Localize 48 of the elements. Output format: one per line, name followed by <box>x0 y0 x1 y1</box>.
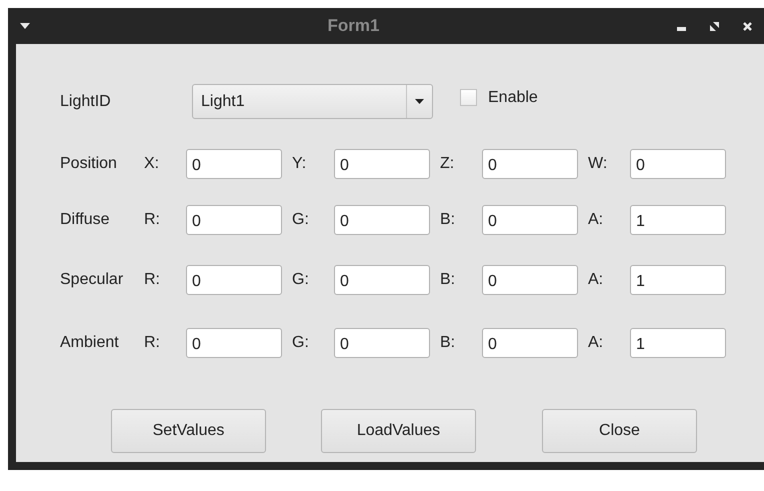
field-label: W: <box>588 154 608 174</box>
input-field[interactable]: 0 <box>186 205 282 235</box>
input-field[interactable]: 0 <box>334 205 430 235</box>
field-label: A: <box>588 333 604 353</box>
input-field[interactable]: 0 <box>334 265 430 295</box>
light-id-dropdown[interactable]: Light1 <box>192 84 433 119</box>
window-title: Form1 <box>328 15 380 38</box>
dropdown-arrow-icon <box>415 99 424 104</box>
field-label: B: <box>440 270 456 290</box>
field-label: G: <box>292 210 310 230</box>
input-field[interactable]: 0 <box>334 328 430 358</box>
field-label: Z: <box>440 154 456 174</box>
field-label: G: <box>292 270 310 290</box>
action-button[interactable]: SetValues <box>111 409 266 453</box>
input-field[interactable]: 0 <box>482 328 578 358</box>
input-field[interactable]: 0 <box>186 265 282 295</box>
input-field[interactable]: 1 <box>630 328 726 358</box>
field-label: B: <box>440 333 456 353</box>
field-label: R: <box>144 210 161 230</box>
enable-checkbox[interactable] <box>460 89 477 106</box>
field-label: G: <box>292 333 310 353</box>
field-label: R: <box>144 270 161 290</box>
field-label: B: <box>440 210 456 230</box>
input-field[interactable]: 1 <box>630 205 726 235</box>
row-label: Position <box>60 154 118 174</box>
input-field[interactable]: 0 <box>482 149 578 179</box>
enable-label: Enable <box>488 88 538 108</box>
field-label: R: <box>144 333 161 353</box>
input-field[interactable]: 0 <box>334 149 430 179</box>
light-id-label: LightID <box>60 92 112 112</box>
field-label: A: <box>588 210 604 230</box>
input-field[interactable]: 0 <box>482 265 578 295</box>
input-field[interactable]: 0 <box>186 149 282 179</box>
row-label: Ambient <box>60 333 120 353</box>
action-button[interactable]: Close <box>542 409 697 453</box>
row-label: Diffuse <box>60 210 111 230</box>
input-field[interactable]: 0 <box>186 328 282 358</box>
maximize-icon[interactable] <box>710 22 719 30</box>
close-icon[interactable] <box>743 22 752 30</box>
field-label: Y: <box>292 154 308 174</box>
field-label: X: <box>144 154 160 174</box>
action-button[interactable]: LoadValues <box>321 409 476 453</box>
field-label: A: <box>588 270 604 290</box>
row-label: Specular <box>60 270 124 290</box>
input-field[interactable]: 0 <box>630 149 726 179</box>
input-field[interactable]: 0 <box>482 205 578 235</box>
input-field[interactable]: 1 <box>630 265 726 295</box>
menu-icon[interactable] <box>20 23 30 29</box>
